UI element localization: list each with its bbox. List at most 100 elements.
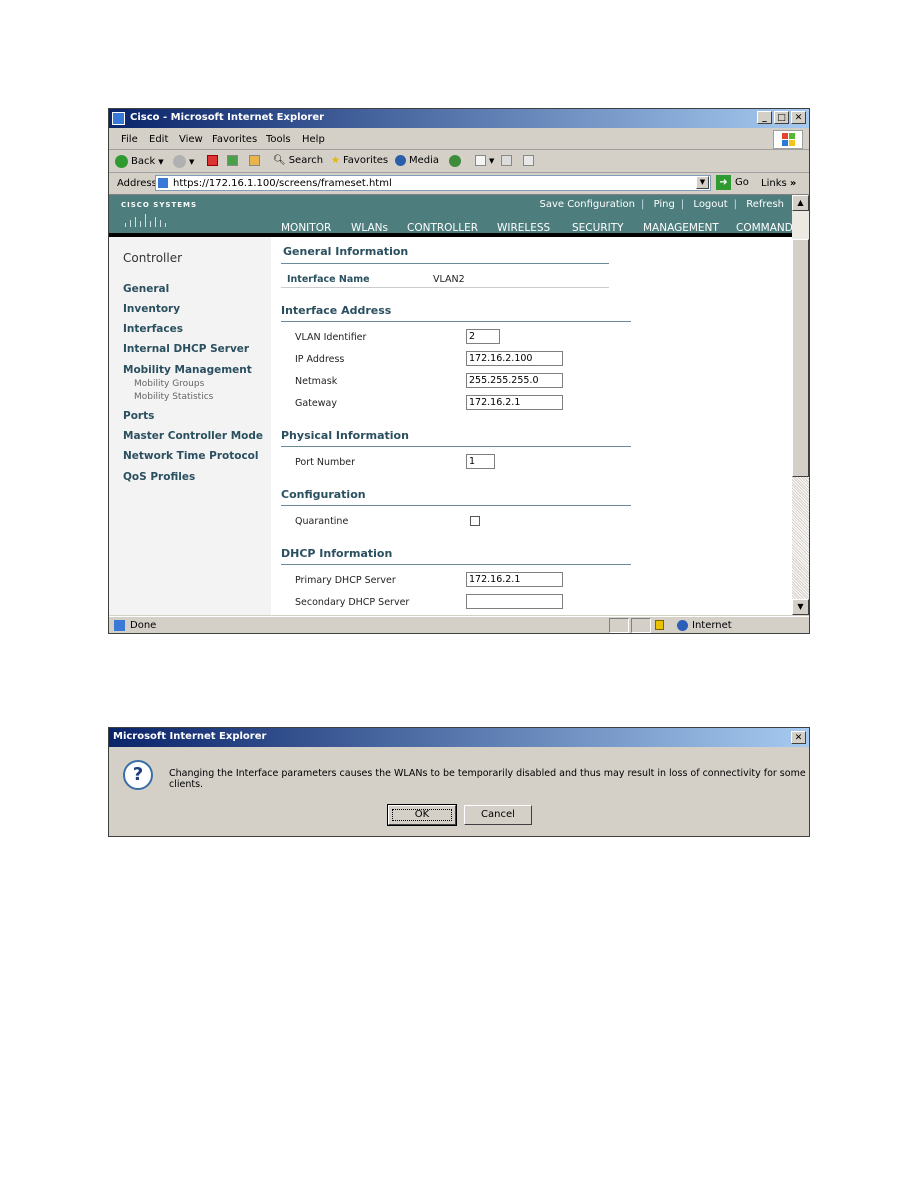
gateway-field[interactable]: 172.16.2.1: [466, 395, 563, 410]
menu-edit[interactable]: Edit: [149, 134, 168, 145]
menu-favorites[interactable]: Favorites: [212, 134, 257, 145]
wlc-banner: CISCO SYSTEMS Save Configuration | Ping | …: [109, 195, 792, 237]
stop-icon: [207, 155, 218, 166]
stop-button[interactable]: [207, 155, 218, 166]
close-button[interactable]: ✕: [791, 111, 806, 124]
ie-window: Cisco - Microsoft Internet Explorer _ □ …: [108, 108, 810, 634]
section-physical-information: Physical Information: [281, 429, 409, 442]
primary-dhcp-server-field[interactable]: 172.16.2.1: [466, 572, 563, 587]
save-configuration-link[interactable]: Save Configuration: [539, 199, 635, 210]
page-icon: [158, 178, 168, 188]
refresh-link[interactable]: Refresh: [746, 199, 784, 210]
standard-toolbar: Back ▼ ▼ 🔍︎ Search ★ Favorites Media ▼: [109, 150, 809, 173]
sidebar-item-mobility-management[interactable]: Mobility Management: [123, 364, 252, 376]
sidebar-subitem-mobility-statistics[interactable]: Mobility Statistics: [134, 392, 213, 402]
sidebar-subitem-mobility-groups[interactable]: Mobility Groups: [134, 379, 204, 389]
refresh-icon: [227, 155, 238, 166]
port-number-field[interactable]: 1: [466, 454, 495, 469]
interface-name-value: VLAN2: [433, 274, 465, 285]
minimize-button[interactable]: _: [757, 111, 772, 124]
window-titlebar[interactable]: Cisco - Microsoft Internet Explorer _ □ …: [109, 109, 809, 128]
media-button[interactable]: Media: [395, 155, 439, 166]
primary-dhcp-server-label: Primary DHCP Server: [295, 575, 396, 586]
dialog-titlebar[interactable]: Microsoft Internet Explorer ✕: [109, 728, 809, 747]
dialog-close-button[interactable]: ✕: [791, 731, 806, 744]
sidebar-title: Controller: [123, 251, 183, 265]
address-bar: Address https://172.16.1.100/screens/fra…: [109, 173, 809, 195]
vlan-identifier-field[interactable]: 2: [466, 329, 500, 344]
ok-button[interactable]: OK: [387, 804, 457, 826]
search-button[interactable]: 🔍︎ Search: [273, 155, 323, 166]
sidebar-item-qos-profiles[interactable]: QoS Profiles: [123, 471, 195, 483]
back-button[interactable]: Back ▼: [115, 155, 164, 168]
sidebar-item-ports[interactable]: Ports: [123, 410, 154, 422]
address-url: https://172.16.1.100/screens/frameset.ht…: [173, 178, 392, 189]
print-button[interactable]: [501, 155, 512, 166]
status-panel: [609, 618, 629, 633]
quarantine-checkbox[interactable]: [470, 516, 480, 526]
lock-icon: [655, 620, 664, 630]
menu-help[interactable]: Help: [302, 134, 325, 145]
page-viewport: CISCO SYSTEMS Save Configuration | Ping | …: [109, 195, 792, 615]
ip-address-field[interactable]: 172.16.2.100: [466, 351, 563, 366]
section-configuration: Configuration: [281, 488, 366, 501]
edit-page-icon: [523, 155, 534, 166]
page-status-icon: [114, 620, 125, 631]
netmask-label: Netmask: [295, 376, 338, 387]
section-rule: [281, 263, 609, 264]
sidebar-item-master-controller-mode[interactable]: Master Controller Mode: [123, 430, 263, 442]
go-button[interactable]: ➜ Go: [716, 175, 749, 190]
address-label: Address: [117, 178, 157, 189]
logout-link[interactable]: Logout: [693, 199, 727, 210]
sidebar-item-internal-dhcp-server[interactable]: Internal DHCP Server: [123, 343, 249, 355]
section-rule: [281, 564, 631, 565]
maximize-button[interactable]: □: [774, 111, 789, 124]
ping-link[interactable]: Ping: [654, 199, 675, 210]
links-button[interactable]: Links »: [761, 178, 796, 189]
cisco-bridge-logo-icon: [121, 211, 179, 227]
vlan-identifier-label: VLAN Identifier: [295, 332, 367, 343]
secondary-dhcp-server-field[interactable]: [466, 594, 563, 609]
history-icon: [449, 155, 461, 167]
ip-address-label: IP Address: [295, 354, 345, 365]
menu-view[interactable]: View: [179, 134, 203, 145]
favorites-button[interactable]: ★ Favorites: [331, 155, 388, 166]
scroll-thumb[interactable]: [792, 239, 809, 477]
question-icon: ?: [123, 760, 153, 790]
section-rule: [281, 287, 609, 288]
scroll-down-arrow-icon[interactable]: ▼: [792, 599, 809, 615]
home-icon: [249, 155, 260, 166]
menu-bar: File Edit View Favorites Tools Help: [109, 129, 809, 150]
sidebar-item-network-time-protocol[interactable]: Network Time Protocol: [123, 450, 259, 462]
dialog-title: Microsoft Internet Explorer: [113, 731, 267, 742]
windows-logo-icon: [773, 130, 803, 149]
cancel-button[interactable]: Cancel: [464, 805, 532, 825]
menu-file[interactable]: File: [121, 134, 138, 145]
home-button[interactable]: [249, 155, 260, 166]
refresh-button[interactable]: [227, 155, 238, 166]
sidebar-item-interfaces[interactable]: Interfaces: [123, 323, 183, 335]
history-button[interactable]: [449, 155, 461, 167]
mail-button[interactable]: ▼: [475, 155, 494, 166]
section-rule: [281, 505, 631, 506]
sidebar: Controller General Inventory Interfaces …: [109, 237, 271, 615]
section-interface-address: Interface Address: [281, 304, 392, 317]
confirm-dialog: Microsoft Internet Explorer ✕ ? Changing…: [108, 727, 810, 837]
netmask-field[interactable]: 255.255.255.0: [466, 373, 563, 388]
port-number-label: Port Number: [295, 457, 356, 468]
scroll-track[interactable]: [792, 477, 809, 599]
sidebar-item-general[interactable]: General: [123, 283, 169, 295]
sidebar-item-inventory[interactable]: Inventory: [123, 303, 180, 315]
vertical-scrollbar[interactable]: ▲ ▼: [792, 195, 809, 615]
scroll-up-arrow-icon[interactable]: ▲: [792, 195, 809, 211]
forward-button[interactable]: ▼: [173, 155, 194, 168]
security-zone: Internet: [677, 620, 732, 631]
interface-edit-form: General Information Interface Name VLAN2…: [281, 237, 791, 615]
go-arrow-icon: ➜: [716, 175, 731, 190]
address-dropdown-button[interactable]: ▼: [696, 176, 709, 189]
edit-button[interactable]: [523, 155, 534, 166]
menu-tools[interactable]: Tools: [266, 134, 291, 145]
forward-arrow-icon: [173, 155, 186, 168]
dialog-message: Changing the Interface parameters causes…: [169, 768, 806, 790]
address-input[interactable]: https://172.16.1.100/screens/frameset.ht…: [155, 175, 711, 191]
